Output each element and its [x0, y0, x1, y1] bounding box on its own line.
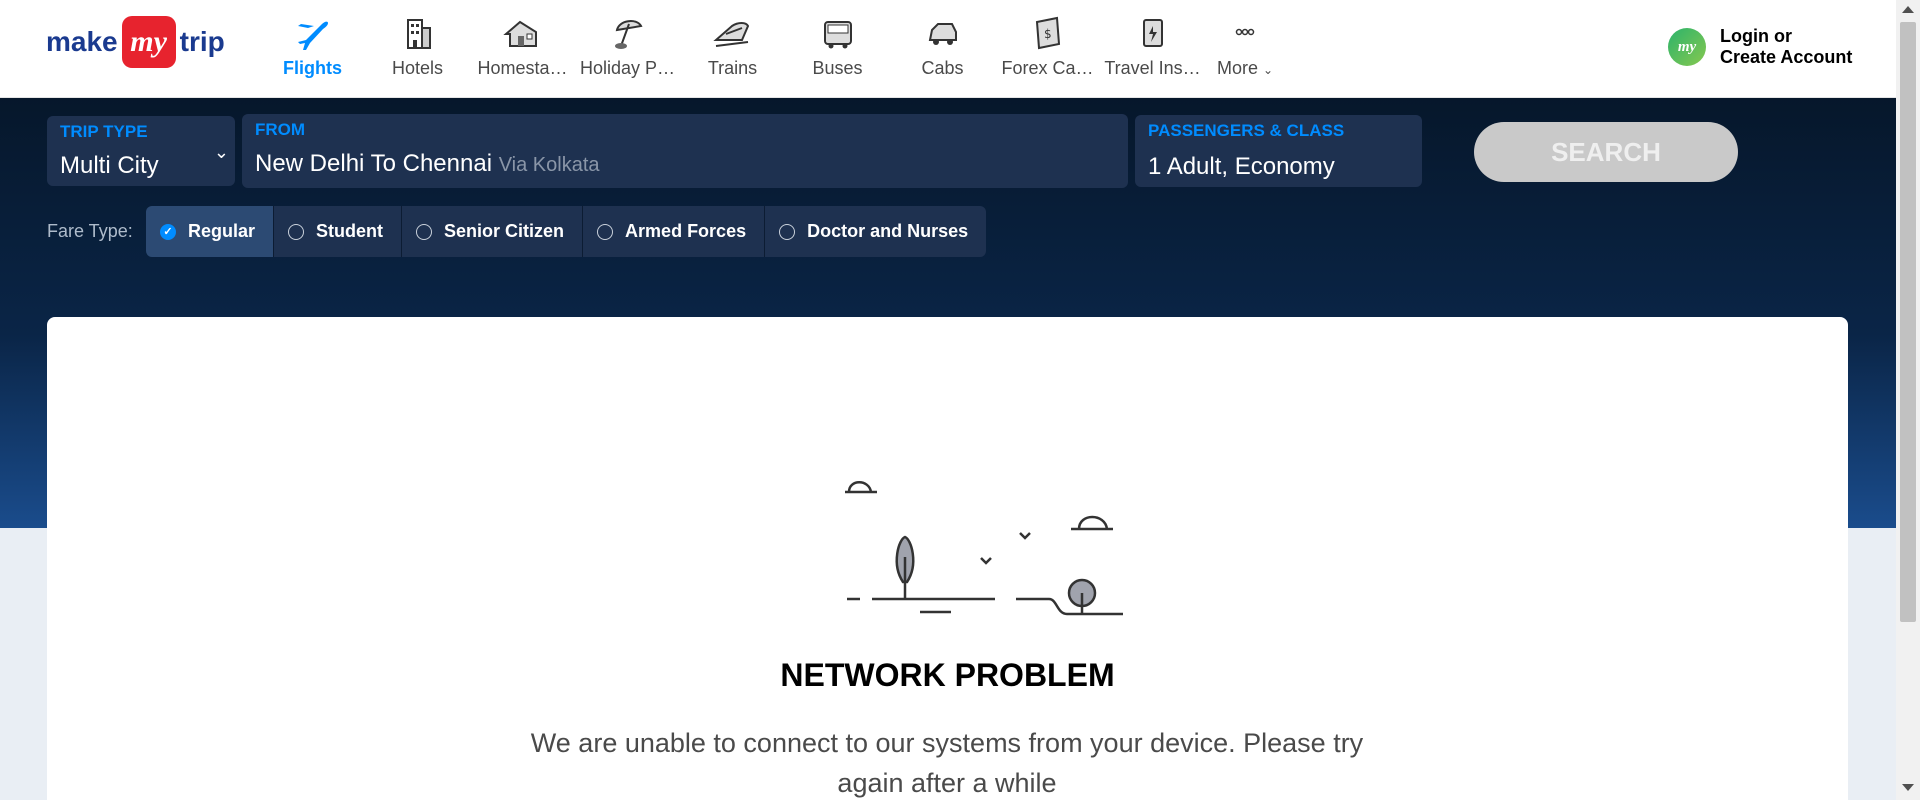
- nav-item-trains[interactable]: Trains: [680, 0, 785, 98]
- login-button[interactable]: my Login or Create Account: [1668, 26, 1852, 68]
- product-nav: Flights Hotels Homesta… Holiday P… Train…: [260, 0, 1285, 98]
- fare-option-doctor-nurses[interactable]: Doctor and Nurses: [765, 206, 987, 257]
- from-via: Via Kolkata: [498, 154, 600, 176]
- car-icon: [928, 23, 957, 45]
- login-line-2: Create Account: [1720, 47, 1853, 67]
- page-scrollbar[interactable]: [1896, 0, 1920, 800]
- umbrella-icon: [614, 20, 643, 49]
- top-header: make my trip Flights Hotels Homesta… Hol…: [0, 0, 1896, 98]
- building-icon: [406, 19, 431, 49]
- passengers-class-label: PASSENGERS & CLASS: [1148, 121, 1345, 140]
- nav-label-forex-card: Forex Ca…: [1001, 58, 1094, 78]
- error-card: NETWORK PROBLEM We are unable to connect…: [47, 317, 1848, 800]
- fare-option-label: Regular: [188, 221, 256, 241]
- passengers-class-value: 1 Adult, Economy: [1148, 153, 1335, 180]
- radio-icon: [597, 223, 614, 240]
- from-value-row: New Delhi To Chennai Via Kolkata: [255, 150, 600, 178]
- search-button[interactable]: SEARCH: [1474, 122, 1738, 182]
- nav-item-buses[interactable]: Buses: [785, 0, 890, 98]
- scrollbar-thumb[interactable]: [1900, 22, 1916, 622]
- nav-more-row: More ⌄: [1217, 58, 1273, 79]
- forex-card-icon: $: [1035, 16, 1060, 50]
- landscape-illustration: [845, 481, 1123, 616]
- fare-option-label: Armed Forces: [625, 221, 747, 241]
- logo-my-badge: my: [121, 16, 176, 68]
- house-icon: [502, 20, 537, 47]
- nav-label-flights: Flights: [283, 58, 342, 78]
- fare-option-regular[interactable]: ✓ Regular: [146, 206, 275, 257]
- scroll-up-arrow-icon[interactable]: [1902, 6, 1914, 13]
- nav-label-holiday-packages: Holiday P…: [579, 58, 676, 78]
- nav-item-hotels[interactable]: Hotels: [365, 0, 470, 98]
- nav-label-travel-insurance: Travel Ins…: [1104, 58, 1201, 78]
- fare-type-label: Fare Type:: [47, 221, 133, 241]
- nav-item-more[interactable]: More ⌄: [1205, 0, 1285, 98]
- error-message: We are unable to connect to our systems …: [530, 728, 1364, 798]
- nav-label-buses: Buses: [812, 58, 863, 78]
- avatar: my: [1668, 28, 1706, 66]
- insurance-icon: [1142, 19, 1163, 47]
- trip-type-select[interactable]: TRIP TYPE Multi City ⌄: [47, 116, 235, 186]
- trip-type-value: Multi City: [60, 152, 159, 179]
- bus-icon: [823, 21, 852, 49]
- login-line-1: Login or: [1720, 26, 1792, 46]
- trip-type-label: TRIP TYPE: [60, 122, 148, 141]
- fare-option-armed-forces[interactable]: Armed Forces: [583, 206, 766, 257]
- nav-item-holiday-packages[interactable]: Holiday P…: [575, 0, 680, 98]
- chevron-down-icon: ⌄: [1262, 63, 1274, 77]
- nav-label-more: More: [1216, 58, 1258, 78]
- train-icon: [712, 22, 749, 47]
- radio-icon: [779, 223, 796, 240]
- makemytrip-logo[interactable]: make my trip: [46, 16, 225, 68]
- nav-item-homestays[interactable]: Homesta…: [470, 0, 575, 98]
- logo-make: make: [46, 26, 118, 57]
- login-text: Login or Create Account: [1720, 26, 1852, 68]
- nav-label-hotels: Hotels: [391, 58, 444, 78]
- from-field[interactable]: FROM New Delhi To Chennai Via Kolkata: [242, 114, 1128, 188]
- logo-trip: trip: [179, 26, 225, 57]
- svg-text:$: $: [1044, 27, 1052, 41]
- fare-type-options: ✓ Regular Student Senior Citizen Armed F…: [146, 206, 987, 257]
- nav-label-trains: Trains: [707, 58, 758, 78]
- fare-option-label: Senior Citizen: [444, 221, 565, 241]
- checkbox-checked-icon: ✓: [160, 223, 176, 240]
- nav-item-flights[interactable]: Flights: [260, 0, 365, 98]
- from-value: New Delhi To Chennai: [255, 150, 493, 177]
- nav-label-cabs: Cabs: [921, 58, 964, 78]
- error-title: NETWORK PROBLEM: [780, 657, 1115, 693]
- fare-option-senior-citizen[interactable]: Senior Citizen: [402, 206, 584, 257]
- fare-option-label: Student: [316, 221, 384, 241]
- chevron-down-icon: ⌄: [213, 142, 229, 162]
- from-label: FROM: [255, 120, 306, 139]
- scroll-down-arrow-icon[interactable]: [1902, 784, 1914, 791]
- plane-icon: [297, 21, 328, 50]
- nav-item-forex-card[interactable]: $ Forex Ca…: [995, 0, 1100, 98]
- radio-icon: [416, 223, 433, 240]
- dots-icon: [1235, 28, 1255, 36]
- passengers-class-field[interactable]: PASSENGERS & CLASS 1 Adult, Economy: [1135, 115, 1422, 187]
- radio-icon: [288, 223, 305, 240]
- fare-option-student[interactable]: Student: [274, 206, 403, 257]
- nav-label-homestays: Homesta…: [477, 58, 568, 78]
- nav-item-cabs[interactable]: Cabs: [890, 0, 995, 98]
- nav-item-travel-insurance[interactable]: Travel Ins…: [1100, 0, 1205, 98]
- fare-option-label: Doctor and Nurses: [807, 221, 969, 241]
